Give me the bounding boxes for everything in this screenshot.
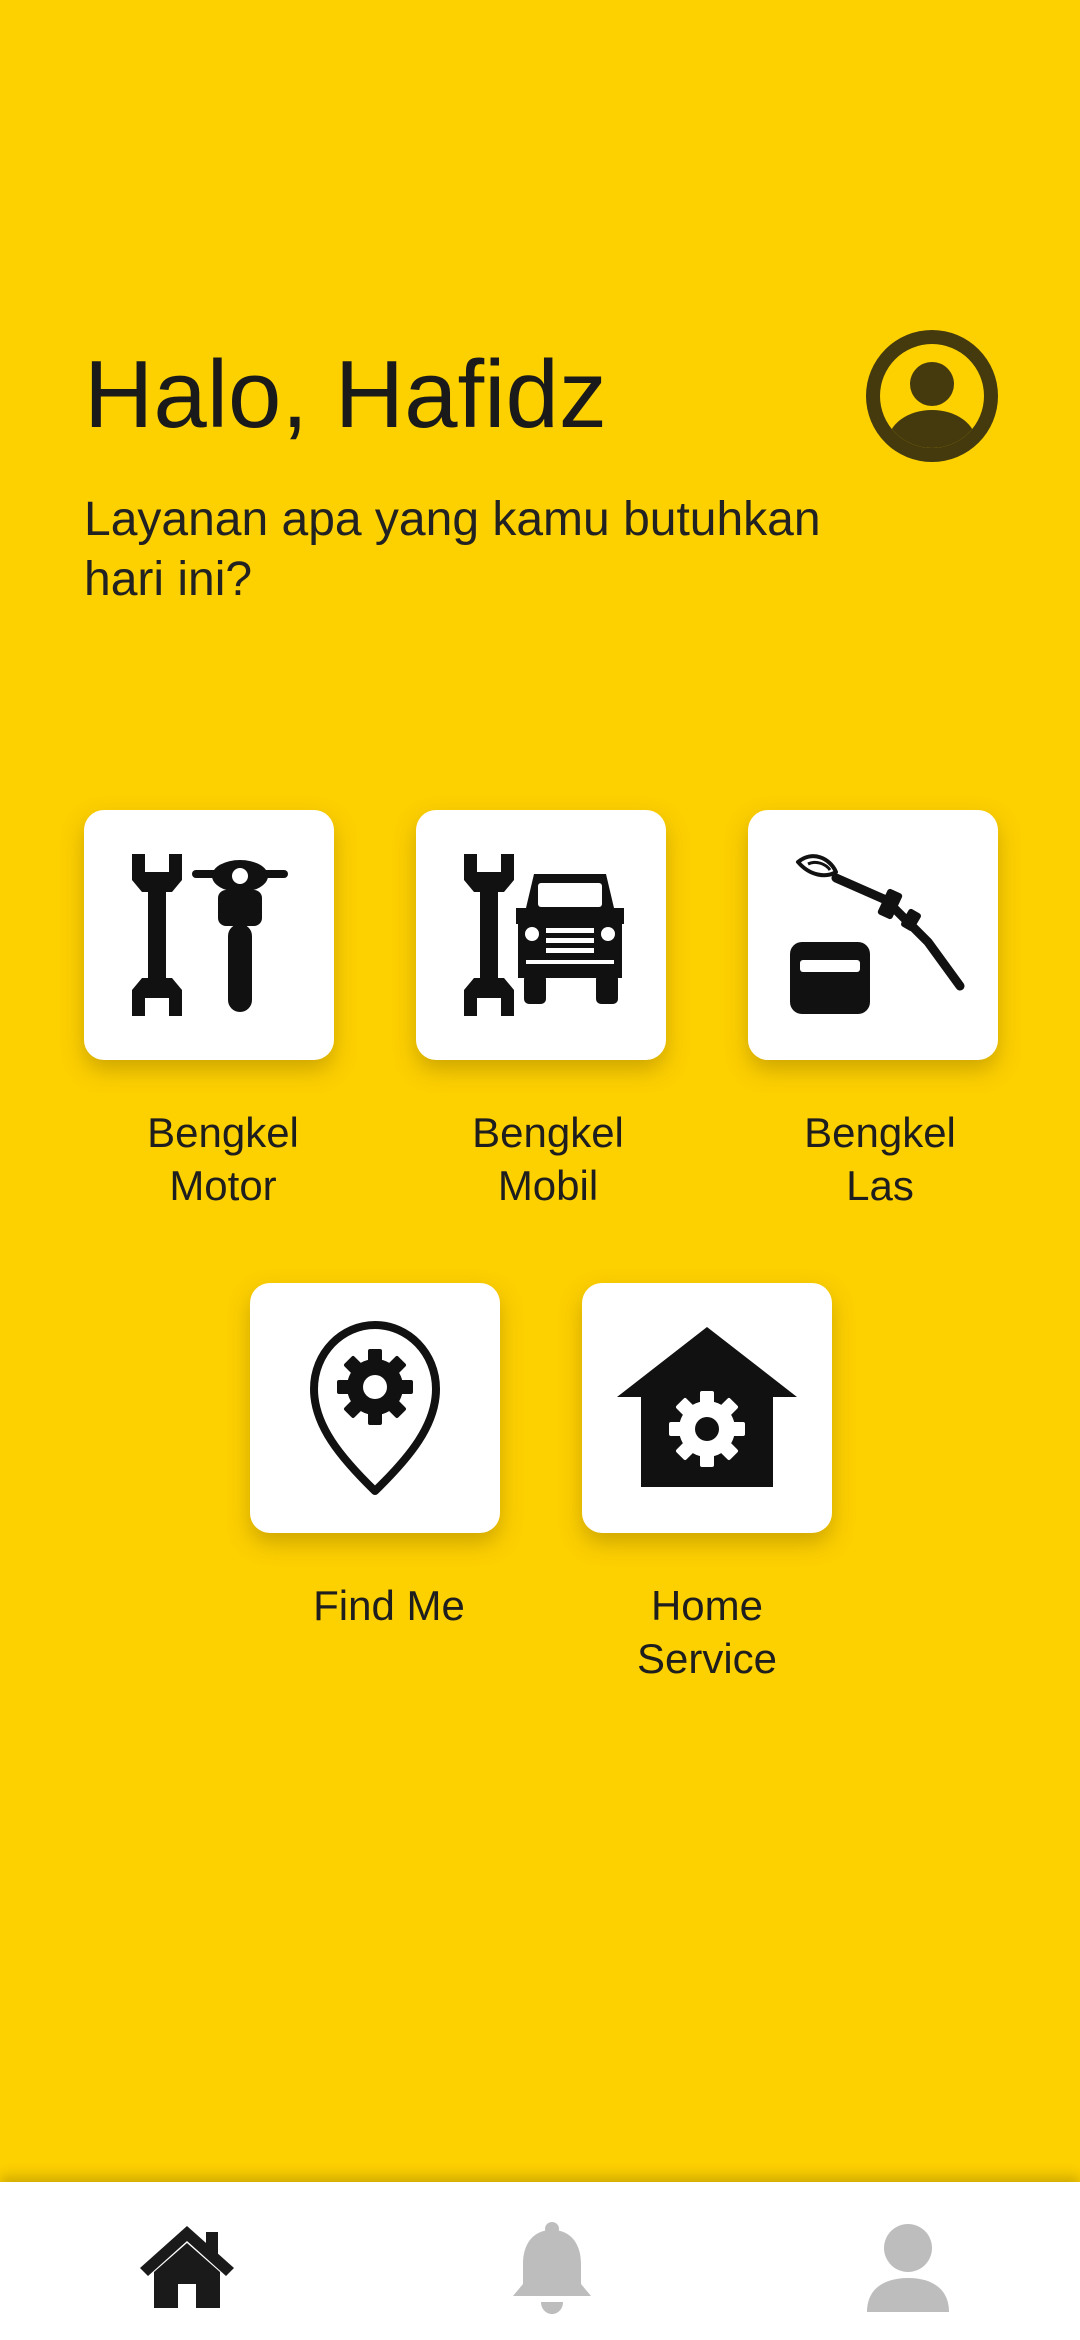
nav-home[interactable] — [132, 2222, 242, 2322]
wrench-motorcycle-icon — [132, 854, 288, 1016]
service-label: Find Me — [313, 1582, 465, 1629]
service-bengkel-mobil[interactable]: Bengkel Mobil — [416, 810, 666, 1212]
greeting-title: Halo, Hafidz — [84, 341, 607, 448]
nav-notifications[interactable] — [497, 2222, 607, 2322]
bottom-navigation — [0, 2182, 1080, 2340]
location-gear-icon — [310, 1321, 440, 1495]
service-label: Bengkel Mobil — [472, 1109, 624, 1209]
home-icon — [140, 2226, 234, 2308]
profile-icon — [867, 2224, 949, 2312]
service-tile[interactable] — [748, 810, 998, 1060]
bell-icon — [513, 2222, 591, 2314]
service-label: Bengkel Las — [804, 1109, 956, 1209]
service-tile[interactable] — [416, 810, 666, 1060]
service-tile[interactable] — [84, 810, 334, 1060]
welding-torch-icon — [790, 854, 965, 1014]
house-gear-icon — [617, 1327, 797, 1487]
service-bengkel-motor[interactable]: Bengkel Motor — [84, 810, 334, 1212]
profile-avatar-button[interactable] — [866, 330, 998, 462]
service-find-me[interactable]: Find Me — [250, 1283, 500, 1632]
service-label: Home Service — [636, 1582, 778, 1682]
service-tile[interactable] — [250, 1283, 500, 1533]
service-bengkel-las[interactable]: Bengkel Las — [748, 810, 998, 1212]
greeting-subtitle: Layanan apa yang kamu butuhkan hari ini? — [84, 493, 821, 606]
service-label: Bengkel Motor — [147, 1109, 299, 1209]
nav-profile[interactable] — [853, 2222, 963, 2322]
wrench-car-icon — [464, 854, 624, 1016]
service-tile[interactable] — [582, 1283, 832, 1533]
service-home-service[interactable]: Home Service — [582, 1283, 832, 1685]
user-circle-icon — [880, 344, 984, 448]
